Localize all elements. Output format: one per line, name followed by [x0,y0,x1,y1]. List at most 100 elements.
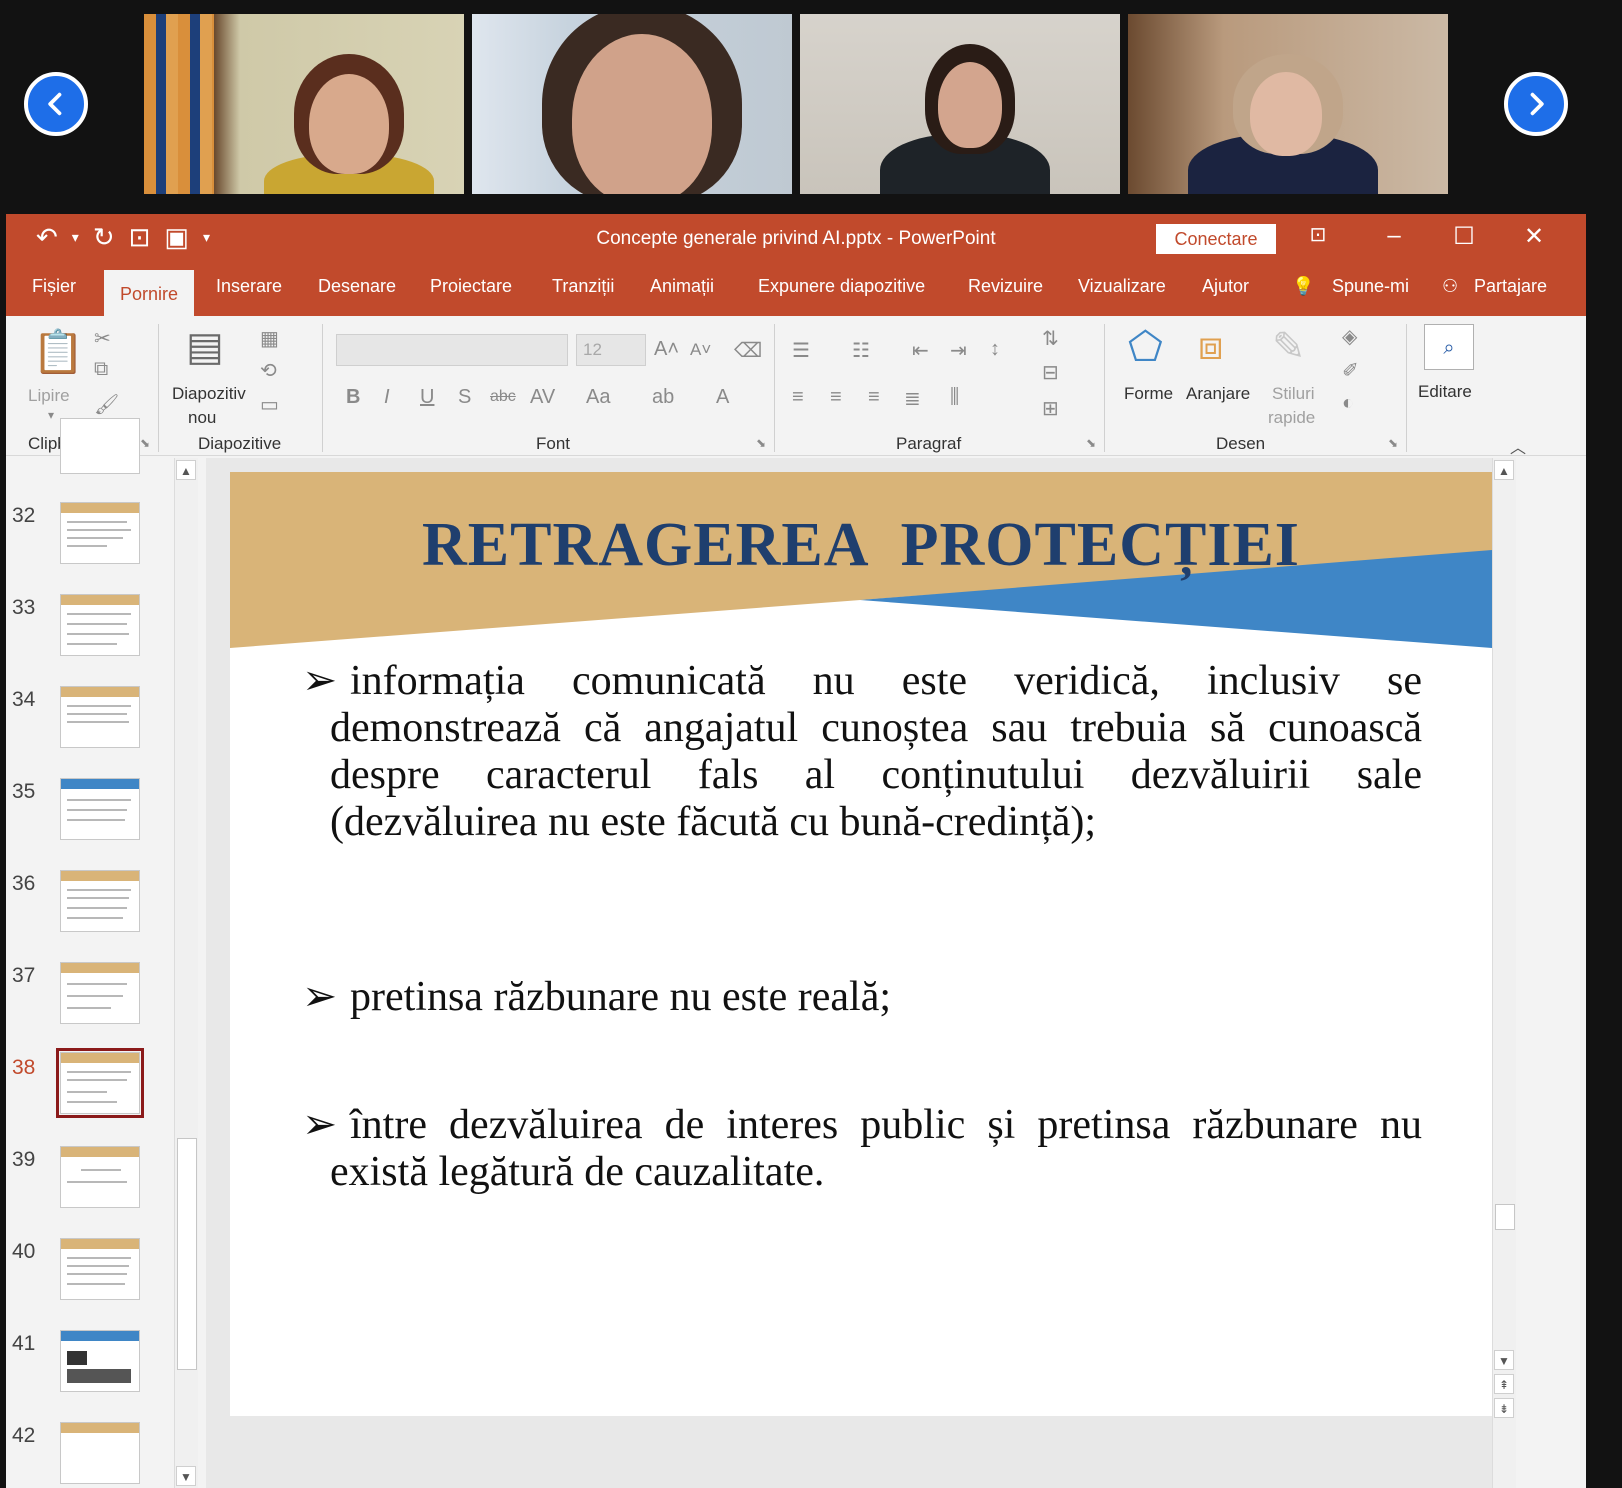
close-icon[interactable]: ✕ [1514,222,1554,251]
thumbnail-scroll-thumb[interactable] [177,1138,197,1370]
slide-scroll-thumb[interactable] [1495,1204,1515,1230]
tab-view[interactable]: Vizualizare [1078,276,1166,297]
font-family-select[interactable] [336,334,568,366]
video-tile-3[interactable] [800,14,1120,194]
align-center-icon[interactable]: ≡ [830,386,842,409]
slide-thumbnail[interactable] [60,962,140,1024]
tab-transitions[interactable]: Tranziții [552,276,614,297]
align-right-icon[interactable]: ≡ [868,386,880,409]
editing-button[interactable]: Editare [1418,382,1472,402]
scroll-down-icon[interactable]: ▼ [1494,1350,1514,1370]
video-tile-2[interactable] [472,14,792,194]
slide-thumbnail-selected[interactable] [60,1052,140,1114]
share-button[interactable]: Partajare [1474,276,1547,297]
slide-canvas[interactable]: RETRAGEREA PROTECȚIEI ➢ informația comun… [230,472,1492,1416]
prev-participants-button[interactable] [24,72,88,136]
maximize-icon[interactable]: ☐ [1444,222,1484,251]
tab-design[interactable]: Proiectare [430,276,512,297]
slide-scrollbar[interactable]: ▲ ▼ ⇞ ⇟ [1492,458,1516,1488]
quick-styles-button-line1[interactable]: Stiluri [1272,384,1315,404]
slide-thumbnail[interactable] [60,1146,140,1208]
copy-icon[interactable]: ⧉ [94,358,108,381]
tab-home[interactable]: Pornire [104,270,195,316]
increase-indent-icon[interactable]: ⇥ [950,338,967,363]
slide-thumbnail[interactable] [60,870,140,932]
tab-insert[interactable]: Inserare [216,276,282,297]
slide-thumbnail[interactable] [60,1238,140,1300]
previous-slide-icon[interactable]: ⇞ [1494,1374,1514,1394]
next-participants-button[interactable] [1504,72,1568,136]
reset-icon[interactable]: ⟲ [260,358,277,383]
tab-file[interactable]: Fișier [32,276,76,297]
decrease-indent-icon[interactable]: ⇤ [912,338,929,363]
slide-thumbnail[interactable] [60,1330,140,1392]
shape-effects-icon[interactable]: ◐ [1342,392,1354,415]
arrange-icon[interactable]: ⧈ [1198,324,1223,369]
slide-thumbnail-partial[interactable] [60,418,140,474]
shapes-icon[interactable]: ⬠ [1128,324,1163,370]
line-spacing-icon[interactable]: ↕ [990,338,1000,361]
slide-thumbnail[interactable] [60,594,140,656]
slide-thumbnail[interactable] [60,686,140,748]
cut-icon[interactable]: ✂ [94,326,111,351]
slide-title[interactable]: RETRAGEREA PROTECȚIEI [230,510,1492,581]
bullets-icon[interactable]: ☰ [792,338,810,363]
new-slide-icon[interactable]: ▤ [186,324,224,370]
paste-dropdown-icon[interactable]: ▾ [48,408,54,422]
bold-icon[interactable]: B [346,386,360,409]
video-tile-4[interactable] [1128,14,1448,194]
align-text-icon[interactable]: ⊟ [1042,360,1059,385]
shape-fill-icon[interactable]: ◈ [1342,324,1357,349]
bullet-item[interactable]: ➢ între dezvăluirea de interes public și… [302,1102,1422,1196]
new-slide-button-line2[interactable]: nou [188,408,216,428]
highlight-icon[interactable]: ab [652,386,674,409]
paragraph-launcher-icon[interactable]: ⬊ [1086,436,1096,450]
tab-draw[interactable]: Desenare [318,276,396,297]
drawing-launcher-icon[interactable]: ⬊ [1388,436,1398,450]
section-icon[interactable]: ▭ [260,392,279,417]
justify-icon[interactable]: ≣ [904,386,921,411]
change-case-icon[interactable]: Aa [586,386,610,409]
underline-icon[interactable]: U [420,386,434,409]
columns-icon[interactable]: ⫼ [950,386,959,409]
paste-button[interactable]: Lipire [28,386,70,406]
layout-icon[interactable]: ▦ [260,326,279,351]
clear-formatting-icon[interactable]: ⌫ [734,338,762,363]
next-slide-icon[interactable]: ⇟ [1494,1398,1514,1418]
video-tile-1[interactable] [144,14,464,194]
increase-font-icon[interactable]: A˄ [654,338,679,361]
text-direction-icon[interactable]: ⇅ [1042,326,1059,351]
tab-animations[interactable]: Animații [650,276,714,297]
slide-thumbnail[interactable] [60,1422,140,1484]
bullet-item[interactable]: ➢ pretinsa răzbunare nu este reală; [302,974,1422,1021]
connect-button[interactable]: Conectare [1156,224,1276,254]
font-size-select[interactable]: 12 [576,334,646,366]
shapes-button[interactable]: Forme [1124,384,1173,404]
align-left-icon[interactable]: ≡ [792,386,804,409]
bullet-item[interactable]: ➢ informația comunicată nu este veridică… [302,658,1422,846]
paste-icon[interactable]: 📋 [32,328,84,377]
tab-help[interactable]: Ajutor [1202,276,1249,297]
collapse-ribbon-icon[interactable]: ︿ [1510,434,1526,458]
shadow-icon[interactable]: S [458,386,471,409]
tab-review[interactable]: Revizuire [968,276,1043,297]
minimize-icon[interactable]: – [1374,222,1414,250]
quick-styles-button-line2[interactable]: rapide [1268,408,1315,428]
italic-icon[interactable]: I [384,386,390,409]
shape-outline-icon[interactable]: ✐ [1342,358,1359,383]
ribbon-display-options-icon[interactable]: ⊡ [1298,222,1338,247]
tell-me-input[interactable]: Spune-mi [1332,276,1409,297]
character-spacing-icon[interactable]: AV [530,386,555,409]
scroll-down-icon[interactable]: ▼ [176,1466,196,1486]
quick-styles-icon[interactable]: ✎ [1272,324,1306,370]
scroll-up-icon[interactable]: ▲ [1494,460,1514,480]
decrease-font-icon[interactable]: A˅ [690,340,711,360]
smartart-icon[interactable]: ⊞ [1042,396,1059,421]
font-launcher-icon[interactable]: ⬊ [756,436,766,450]
format-painter-icon[interactable]: 🖌 [94,392,119,417]
thumbnail-scrollbar[interactable]: ▲ ▼ [174,458,198,1488]
font-color-icon[interactable]: A [716,386,729,409]
strikethrough-icon[interactable]: abc [490,388,516,406]
tab-slideshow[interactable]: Expunere diapozitive [758,276,925,297]
numbering-icon[interactable]: ☷ [852,338,870,363]
